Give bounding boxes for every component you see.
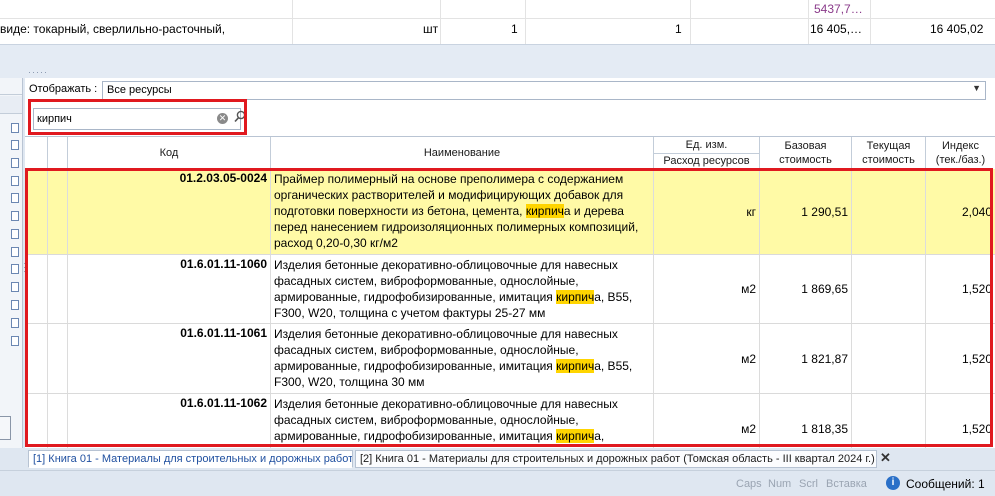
top-row-qty1: 1 — [511, 22, 518, 36]
header-code-label: Код — [159, 147, 179, 159]
left-checkbox[interactable] — [11, 318, 19, 328]
chevron-down-icon: ▼ — [972, 83, 981, 93]
top-amount-1: 5437,7… — [814, 2, 863, 16]
left-panel-button[interactable] — [0, 416, 11, 440]
left-checkbox[interactable] — [11, 140, 19, 150]
header-base-cost[interactable]: Базовая стоимость — [759, 137, 851, 169]
left-checkbox[interactable] — [11, 282, 19, 292]
header-blank — [25, 137, 47, 169]
header-current-cost-line1: Текущая — [866, 140, 911, 152]
info-icon[interactable]: i — [886, 476, 900, 490]
horizontal-splitter[interactable]: ····· — [0, 44, 995, 79]
header-index[interactable]: Индекс (тек./баз.) — [925, 137, 995, 169]
scroll-indicator: Scrl — [799, 478, 818, 490]
header-name-label: Наименование — [423, 147, 501, 159]
header-index-line2: (тек./баз.) — [935, 154, 986, 166]
left-checkbox[interactable] — [11, 264, 19, 274]
header-index-line1: Индекс — [942, 140, 979, 152]
display-filter-row: Отображать : Все ресурсы ▼ — [25, 78, 995, 100]
header-base-cost-line1: Базовая — [784, 140, 827, 152]
results-annotation-box — [25, 168, 993, 447]
header-unit-top: Ед. изм. — [685, 139, 728, 151]
header-name[interactable]: Наименование — [270, 137, 653, 169]
left-checkbox[interactable] — [11, 247, 19, 257]
top-spreadsheet: 5437,7… виде: токарный, сверлильно-расто… — [0, 0, 995, 44]
top-row-text: виде: токарный, сверлильно-расточный, — [0, 22, 226, 36]
left-checkbox[interactable] — [11, 123, 19, 133]
left-checkbox[interactable] — [11, 176, 19, 186]
status-bar: Caps Num Scrl Вставка i Сообщений: 1 — [0, 470, 995, 496]
left-checkbox[interactable] — [11, 336, 19, 346]
header-code[interactable]: Код — [67, 137, 270, 169]
left-checkbox[interactable] — [11, 229, 19, 239]
header-unit-bottom: Расход ресурсов — [663, 155, 750, 167]
tab-book-1[interactable]: [1] Книга 01 - Материалы для строительны… — [28, 450, 353, 468]
caps-indicator: Caps — [736, 478, 762, 490]
close-icon[interactable]: ✕ — [880, 450, 891, 466]
document-tabs: [1] Книга 01 - Материалы для строительны… — [0, 448, 995, 470]
display-filter-select[interactable]: Все ресурсы ▼ — [102, 81, 986, 100]
header-blank — [47, 137, 67, 169]
left-checkbox[interactable] — [11, 211, 19, 221]
messages-count[interactable]: Сообщений: 1 — [906, 477, 985, 491]
left-checkbox[interactable] — [11, 300, 19, 310]
left-checkbox[interactable] — [11, 193, 19, 203]
header-current-cost-line2: стоимость — [862, 154, 915, 166]
top-row-total: 16 405,02 — [930, 22, 984, 36]
header-base-cost-line2: стоимость — [779, 154, 832, 166]
display-filter-value: Все ресурсы — [107, 84, 172, 96]
table-header: Код Наименование Ед. изм. Расход ресурсо… — [25, 136, 995, 170]
display-filter-label: Отображать : — [29, 83, 98, 95]
left-checkbox[interactable] — [11, 158, 19, 168]
insert-indicator: Вставка — [826, 478, 867, 490]
num-indicator: Num — [768, 478, 792, 490]
tab-book-1-tomsk[interactable]: [2] Книга 01 - Материалы для строительны… — [355, 450, 877, 468]
header-unit[interactable]: Ед. изм. Расход ресурсов — [653, 137, 759, 169]
top-row-unit: шт — [423, 22, 439, 36]
search-annotation-box — [28, 99, 247, 135]
top-row-qty2: 1 — [675, 22, 682, 36]
top-row-price: 16 405,… — [810, 22, 863, 36]
header-current-cost[interactable]: Текущая стоимость — [851, 137, 925, 169]
